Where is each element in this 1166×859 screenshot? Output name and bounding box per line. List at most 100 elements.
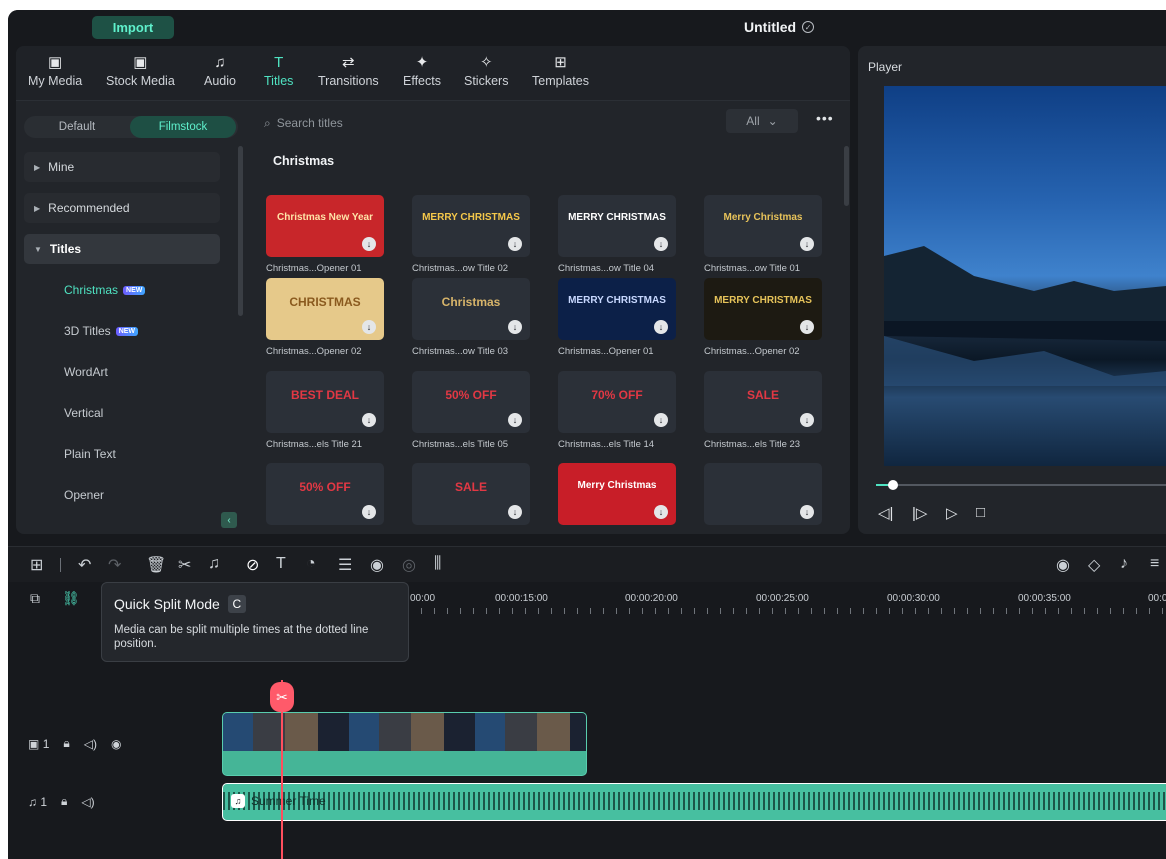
marker-icon[interactable]: ◇: [1088, 555, 1100, 575]
title-card[interactable]: Merry Christmas ↓: [558, 463, 676, 525]
sidebar-item-recommended[interactable]: ▶ Recommended: [24, 193, 220, 223]
sidebar-item-christmas[interactable]: Christmas NEW: [24, 275, 220, 305]
filmstock-tab[interactable]: Filmstock: [130, 116, 236, 138]
title-card[interactable]: 50% OFF ↓: [266, 463, 384, 525]
quick-split-icon[interactable]: ⊘: [246, 555, 259, 575]
tab-stickers[interactable]: ✧ Stickers: [464, 52, 508, 88]
text-icon[interactable]: T: [276, 555, 286, 573]
download-icon[interactable]: ↓: [800, 413, 814, 427]
speed-icon[interactable]: ◔: [306, 555, 316, 573]
microphone-icon[interactable]: ♪: [1120, 555, 1128, 573]
next-frame-icon[interactable]: |▷: [912, 504, 927, 522]
audio-clip-label: ♫ Summer Time: [231, 794, 326, 808]
sidebar-item-vertical[interactable]: Vertical: [24, 398, 220, 428]
sidebar-item-3d-titles[interactable]: 3D Titles NEW: [24, 316, 220, 346]
download-icon[interactable]: ↓: [508, 320, 522, 334]
tab-my-media[interactable]: ▣ My Media: [28, 52, 82, 88]
title-card[interactable]: SALE ↓: [704, 371, 822, 433]
title-card[interactable]: 50% OFF ↓: [412, 371, 530, 433]
download-icon[interactable]: ↓: [654, 505, 668, 519]
title-card[interactable]: Christmas New Year ↓: [266, 195, 384, 257]
tab-effects[interactable]: ✦ Effects: [403, 52, 441, 88]
sidebar-item-wordart[interactable]: WordArt: [24, 357, 220, 387]
download-icon[interactable]: ↓: [800, 505, 814, 519]
stop-icon[interactable]: □: [976, 504, 985, 521]
download-icon[interactable]: ↓: [508, 237, 522, 251]
mixer-icon[interactable]: ≡: [1150, 555, 1159, 573]
audio-edit-icon[interactable]: ♫: [208, 555, 220, 573]
audio-clip[interactable]: ♫ Summer Time: [222, 783, 1166, 821]
title-card-text: Merry Christmas: [577, 480, 657, 491]
document-title[interactable]: Untitled ✓: [744, 19, 815, 35]
grid-scrollbar[interactable]: [844, 146, 849, 206]
tab-audio[interactable]: ♫ Audio: [204, 52, 236, 88]
title-card[interactable]: ↓: [704, 463, 822, 525]
download-icon[interactable]: ↓: [362, 237, 376, 251]
delete-icon[interactable]: 🗑: [146, 555, 166, 575]
sidebar-item-opener[interactable]: Opener: [24, 480, 220, 510]
filter-dropdown[interactable]: All ⌄: [726, 109, 798, 133]
lock-icon[interactable]: 🔒︎: [63, 736, 69, 751]
title-card[interactable]: MERRY CHRISTMAS ↓: [558, 278, 676, 340]
cut-icon[interactable]: ✂: [178, 555, 191, 575]
title-card[interactable]: MERRY CHRISTMAS ↓: [704, 278, 822, 340]
sidebar-scrollbar[interactable]: [238, 146, 243, 316]
previous-frame-icon[interactable]: ◁|: [878, 504, 893, 522]
adjust-icon[interactable]: ☰: [338, 555, 352, 575]
title-card[interactable]: MERRY CHRISTMAS ↓: [412, 195, 530, 257]
title-card[interactable]: SALE ↓: [412, 463, 530, 525]
download-icon[interactable]: ↓: [362, 320, 376, 334]
download-icon[interactable]: ↓: [362, 505, 376, 519]
title-card[interactable]: Merry Christmas ↓: [704, 195, 822, 257]
progress-handle[interactable]: [888, 480, 898, 490]
title-card-text: MERRY CHRISTMAS: [568, 295, 666, 306]
download-icon[interactable]: ↓: [800, 320, 814, 334]
title-card[interactable]: BEST DEAL ↓: [266, 371, 384, 433]
ai-icon[interactable]: ◎: [402, 555, 416, 575]
sidebar-item-mine[interactable]: ▶ Mine: [24, 152, 220, 182]
search-input[interactable]: ⌕ Search titles: [260, 110, 730, 136]
download-icon[interactable]: ↓: [654, 237, 668, 251]
title-card[interactable]: MERRY CHRISTMAS ↓: [558, 195, 676, 257]
tab-templates[interactable]: ⊞ Templates: [532, 52, 589, 88]
library-switch: Default Filmstock: [24, 116, 238, 138]
title-card[interactable]: Christmas ↓: [412, 278, 530, 340]
sidebar-item-plain-text[interactable]: Plain Text: [24, 439, 220, 469]
split-scissors-icon[interactable]: ✂: [270, 682, 294, 712]
play-icon[interactable]: ▷: [946, 504, 958, 522]
video-clip[interactable]: [222, 712, 587, 776]
default-tab[interactable]: Default: [24, 116, 130, 138]
link-icon[interactable]: ⛓: [62, 590, 80, 607]
speaker-icon[interactable]: ◁): [84, 737, 97, 751]
import-button[interactable]: Import: [92, 16, 174, 39]
speaker-icon[interactable]: ◁): [81, 795, 94, 809]
tab-stock-media[interactable]: ▣ Stock Media: [106, 52, 175, 88]
download-icon[interactable]: ↓: [800, 237, 814, 251]
collapse-sidebar-button[interactable]: ‹: [221, 512, 237, 528]
download-icon[interactable]: ↓: [654, 320, 668, 334]
more-options-icon[interactable]: •••: [816, 110, 834, 126]
download-icon[interactable]: ↓: [362, 413, 376, 427]
title-card-text: MERRY CHRISTMAS: [714, 295, 812, 306]
title-card[interactable]: 70% OFF ↓: [558, 371, 676, 433]
title-card[interactable]: CHRISTMAS ↓: [266, 278, 384, 340]
title-card-text: SALE: [454, 480, 487, 494]
download-icon[interactable]: ↓: [508, 505, 522, 519]
video-preview[interactable]: [884, 86, 1166, 466]
download-icon[interactable]: ↓: [654, 413, 668, 427]
media-tabs: ▣ My Media ▣ Stock Media ♫ Audio T Title…: [16, 46, 850, 101]
progress-track[interactable]: [876, 484, 1166, 486]
layout-icon[interactable]: ⊞: [30, 555, 43, 575]
tab-transitions[interactable]: ⇄ Transitions: [318, 52, 379, 88]
undo-icon[interactable]: ↶: [78, 555, 91, 575]
add-track-icon[interactable]: ⧉: [30, 590, 40, 607]
redo-icon[interactable]: ↷: [108, 555, 121, 575]
download-icon[interactable]: ↓: [508, 413, 522, 427]
tab-titles[interactable]: T Titles: [264, 52, 293, 88]
lock-icon[interactable]: 🔒︎: [61, 794, 67, 809]
audio-sync-icon[interactable]: ⫼: [434, 555, 441, 573]
eye-icon[interactable]: ◉: [111, 737, 121, 751]
color-icon[interactable]: ◉: [370, 555, 384, 575]
render-icon[interactable]: ◉: [1056, 555, 1070, 575]
sidebar-item-titles[interactable]: ▼ Titles: [24, 234, 220, 264]
